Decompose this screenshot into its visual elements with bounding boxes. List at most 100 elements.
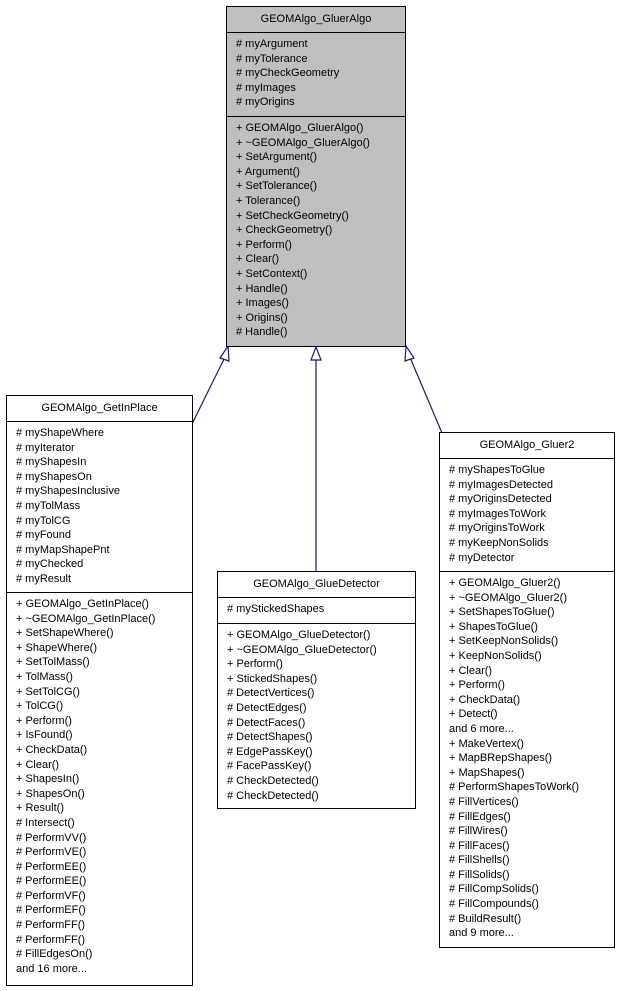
- attribute-item: # myStickedShapes: [227, 603, 325, 615]
- method-item: + TolMass(): [16, 670, 73, 683]
- method-item: + Perform(): [449, 679, 505, 692]
- method-item: # PerformEE(): [16, 860, 87, 873]
- method-item: + StickedShapes(): [227, 672, 318, 685]
- method-list: + GEOMAlgo_GetInPlace() + ~GEOMAlgo_GetIn…: [7, 593, 192, 976]
- method-item: + Clear(): [16, 758, 60, 771]
- method-item: + MapShapes(): [449, 766, 525, 779]
- method-item: # PerformEE(): [16, 875, 87, 888]
- attribute-item: # myImagesToWork: [449, 507, 546, 520]
- attribute-item: # myShapesIn: [16, 456, 87, 469]
- edge-gluer2-to-base: [408, 354, 443, 434]
- method-item: + SetCheckGeometry(): [236, 209, 349, 222]
- method-item: + KeepNonSolids(): [449, 649, 542, 662]
- method-item: # EdgePassKey(): [227, 745, 313, 758]
- more-members-link[interactable]: and 16 more...: [16, 962, 192, 977]
- method-item: # PerformEF(): [16, 904, 86, 917]
- attribute-item: # myTolerance: [236, 52, 308, 65]
- method-item: + SetTolCG(): [16, 685, 80, 698]
- method-item: + Origins(): [236, 311, 288, 324]
- class-name: GEOMAlgo_GetInPlace: [7, 396, 192, 422]
- method-item: # DetectShapes(): [227, 731, 313, 744]
- method-item: + ~GEOMAlgo_Gluer2(): [449, 591, 567, 604]
- attribute-list: # myStickedShapes: [218, 598, 415, 624]
- inheritance-arrowhead-gluer2: [404, 344, 415, 362]
- class-box-get-in-place[interactable]: GEOMAlgo_GetInPlace # myShapeWhere # myIt…: [6, 395, 193, 986]
- method-item: + ShapesToGlue(): [449, 620, 538, 633]
- method-item: + IsFound(): [16, 729, 73, 742]
- method-item: + GEOMAlgo_GluerAlgo(): [236, 122, 364, 134]
- class-box-gluer-algo[interactable]: GEOMAlgo_GluerAlgo # myArgument # myToler…: [226, 6, 406, 347]
- method-item: + MapBRepShapes(): [449, 752, 553, 765]
- method-item: # FacePassKey(): [227, 760, 312, 773]
- attribute-item: # myIterator: [16, 441, 75, 454]
- method-item: # FillFaces(): [449, 839, 510, 852]
- method-item: + GEOMAlgo_GlueDetector(): [227, 629, 371, 641]
- method-item: + Perform(): [227, 658, 283, 671]
- more-members-link[interactable]: and 9 more...: [449, 926, 614, 941]
- method-item: # Handle(): [236, 326, 288, 339]
- attribute-item: # myArgument: [236, 38, 308, 50]
- method-item: # PerformVE(): [16, 846, 87, 859]
- method-list: + GEOMAlgo_GluerAlgo() + ~GEOMAlgo_GluerA…: [227, 117, 405, 340]
- method-item: + ~GEOMAlgo_GetInPlace(): [16, 612, 156, 625]
- attribute-list: # myShapeWhere # myIterator # myShapesIn # …: [7, 422, 192, 593]
- method-item: + ~GEOMAlgo_GluerAlgo(): [236, 136, 370, 149]
- method-item: + Perform(): [236, 238, 292, 251]
- method-item: # FillShells(): [449, 854, 510, 867]
- attribute-item: # myTolCG: [16, 514, 71, 527]
- method-item: + Result(): [16, 802, 64, 815]
- method-item: # PerformFF(): [16, 933, 86, 946]
- method-item: + SetShapeWhere(): [16, 627, 114, 640]
- attribute-list: # myShapesToGlue # myImagesDetected # myOr…: [440, 459, 614, 572]
- method-item: + Argument(): [236, 165, 300, 178]
- attribute-item: # myShapeWhere: [16, 427, 105, 439]
- method-item: # CheckDetected(): [227, 789, 319, 802]
- method-item: + Clear(): [236, 253, 280, 266]
- method-item: # DetectEdges(): [227, 701, 307, 714]
- method-item: + MakeVertex(): [449, 737, 524, 750]
- method-item: # FillSolids(): [449, 868, 510, 881]
- more-members-link[interactable]: and 6 more...: [449, 722, 614, 737]
- method-item: + Clear(): [449, 664, 493, 677]
- attribute-item: # myFound: [16, 529, 72, 542]
- method-item: + CheckData(): [449, 693, 521, 706]
- method-item: + SetTolMass(): [16, 656, 90, 669]
- method-list: + GEOMAlgo_Gluer2() + ~GEOMAlgo_Gluer2() +…: [440, 572, 614, 941]
- attribute-item: # myChecked: [16, 558, 84, 571]
- method-item: # FillEdges(): [449, 810, 511, 823]
- method-item: + CheckData(): [16, 743, 88, 756]
- edge-getinplace-to-base: [191, 354, 227, 425]
- attribute-item: # myKeepNonSolids: [449, 536, 549, 549]
- method-item: # FillVertices(): [449, 795, 519, 808]
- attribute-item: # myImagesDetected: [449, 478, 553, 491]
- class-box-glue-detector[interactable]: GEOMAlgo_GlueDetector # myStickedShapes …: [217, 571, 416, 809]
- method-item: # DetectFaces(): [227, 716, 306, 729]
- method-item: + Tolerance(): [236, 194, 301, 207]
- attribute-item: # myImages: [236, 81, 296, 94]
- class-name: GEOMAlgo_GluerAlgo: [227, 7, 405, 33]
- method-item: # BuildResult(): [449, 912, 522, 925]
- method-item: # PerformVV(): [16, 831, 87, 844]
- method-item: + Detect(): [449, 708, 498, 721]
- attribute-item: # myCheckGeometry: [236, 67, 340, 80]
- attribute-item: # myShapesInclusive: [16, 485, 120, 498]
- attribute-item: # myDetector: [449, 551, 515, 564]
- attribute-item: # myOriginsToWork: [449, 522, 545, 535]
- method-item: # Intersect(): [16, 816, 75, 829]
- method-item: + TolCG(): [16, 700, 64, 713]
- method-item: + CheckGeometry(): [236, 224, 333, 237]
- method-item: # PerformFF(): [16, 919, 86, 932]
- method-item: + ShapesOn(): [16, 787, 85, 800]
- attribute-list: # myArgument # myTolerance # myCheckGeomet…: [227, 33, 405, 117]
- method-item: + Perform(): [16, 714, 72, 727]
- method-item: # FillCompounds(): [449, 898, 539, 911]
- class-box-gluer2[interactable]: GEOMAlgo_Gluer2 # myShapesToGlue # myImag…: [439, 432, 615, 948]
- method-item: + ~GEOMAlgo_GlueDetector(): [227, 643, 377, 656]
- method-item: + SetShapesToGlue(): [449, 606, 555, 619]
- attribute-item: # myShapesToGlue: [449, 464, 545, 476]
- method-item: # FillEdgesOn(): [16, 948, 93, 961]
- method-item: # PerformVF(): [16, 889, 86, 902]
- attribute-item: # myOriginsDetected: [449, 493, 552, 506]
- method-item: # FillCompSolids(): [449, 883, 539, 896]
- attribute-item: # myOrigins: [236, 96, 295, 109]
